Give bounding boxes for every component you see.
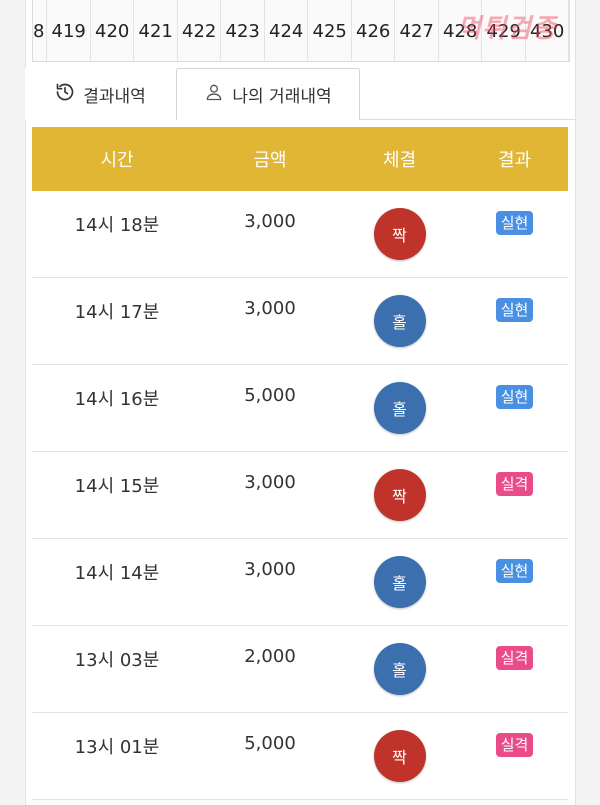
table-row: 14시 17분 3,000 홀 실현 — [32, 278, 568, 365]
round-number[interactable]: 424 — [264, 0, 309, 61]
cell-time: 14시 18분 — [74, 215, 160, 236]
cell-time: 13시 01분 — [74, 737, 160, 758]
round-number[interactable]: 426 — [351, 0, 396, 61]
cell-time: 14시 14분 — [74, 563, 160, 584]
cell-result: 실현 — [461, 278, 568, 322]
round-number[interactable]: 425 — [308, 0, 352, 61]
table-row: 14시 15분 3,000 짝 실격 — [32, 452, 568, 539]
cell-time: 14시 17분 — [74, 302, 160, 323]
round-number[interactable]: 422 — [177, 0, 222, 61]
result-badge: 실격 — [495, 646, 534, 670]
round-number[interactable]: 423 — [221, 0, 265, 61]
cell-pick: 홀 — [338, 626, 461, 695]
result-badge: 실현 — [495, 298, 534, 322]
cell-result: 실격 — [461, 626, 568, 670]
tab-label: 나의 거래내역 — [232, 86, 332, 107]
odd-ball: 홀 — [373, 643, 426, 695]
result-badge: 실격 — [495, 472, 534, 496]
header-time: 시간 — [100, 150, 134, 171]
cell-pick: 홀 — [338, 539, 461, 608]
round-number[interactable]: 419 — [47, 0, 91, 61]
user-icon — [204, 82, 224, 107]
round-number[interactable]: 429 — [482, 0, 526, 61]
header-pick: 체결 — [382, 150, 417, 171]
cell-time: 14시 15분 — [74, 476, 160, 497]
cell-result: 실격 — [461, 713, 568, 757]
transaction-table: 시간 금액 체결 결과 14시 18분 3,000 짝 실현 14시 17분 3… — [32, 127, 568, 800]
round-number[interactable]: 427 — [395, 0, 439, 61]
table-row: 13시 01분 5,000 짝 실격 — [32, 713, 568, 800]
cell-time: 13시 03분 — [74, 650, 160, 671]
odd-ball: 홀 — [373, 382, 426, 434]
header-amount: 금액 — [253, 150, 287, 171]
cell-result: 실격 — [461, 452, 568, 496]
cell-amount: 3,000 — [244, 298, 296, 319]
cell-amount: 3,000 — [244, 211, 296, 232]
cell-result: 실현 — [461, 191, 568, 235]
table-row: 13시 03분 2,000 홀 실격 — [32, 626, 568, 713]
cell-time: 14시 16분 — [74, 389, 160, 410]
result-badge: 실격 — [495, 733, 534, 757]
tab-results-history[interactable]: 결과내역 — [25, 68, 176, 120]
cell-amount: 5,000 — [244, 385, 296, 406]
table-row: 14시 16분 5,000 홀 실현 — [32, 365, 568, 452]
result-badge: 실현 — [495, 211, 534, 235]
cell-pick: 짝 — [338, 713, 461, 782]
result-badge: 실현 — [495, 559, 534, 583]
round-number[interactable]: 430 — [525, 0, 569, 61]
even-ball: 짝 — [373, 730, 426, 782]
round-number[interactable]: 8 — [33, 0, 48, 61]
table-row: 14시 14분 3,000 홀 실현 — [32, 539, 568, 626]
history-icon — [55, 82, 75, 107]
cell-amount: 3,000 — [244, 472, 296, 493]
tab-label: 결과내역 — [83, 86, 146, 107]
round-number-strip: 8 419 420 421 422 423 424 425 426 427 42… — [32, 0, 570, 62]
even-ball: 짝 — [373, 469, 426, 521]
odd-ball: 홀 — [373, 295, 426, 347]
table-row: 14시 18분 3,000 짝 실현 — [32, 191, 568, 278]
cell-result: 실현 — [461, 539, 568, 583]
round-number[interactable]: 421 — [134, 0, 178, 61]
even-ball: 짝 — [373, 208, 426, 260]
cell-pick: 홀 — [338, 365, 461, 434]
cell-amount: 5,000 — [244, 733, 296, 754]
cell-pick: 짝 — [338, 452, 461, 521]
header-result: 결과 — [497, 150, 532, 171]
tab-my-transactions[interactable]: 나의 거래내역 — [176, 68, 360, 120]
cell-amount: 3,000 — [244, 559, 296, 580]
cell-pick: 짝 — [338, 191, 461, 260]
tab-bar: 결과내역 나의 거래내역 — [25, 68, 576, 120]
odd-ball: 홀 — [373, 556, 426, 608]
cell-result: 실현 — [461, 365, 568, 409]
result-badge: 실현 — [495, 385, 534, 409]
round-number[interactable]: 428 — [438, 0, 483, 61]
cell-amount: 2,000 — [244, 646, 296, 667]
round-number[interactable]: 420 — [90, 0, 135, 61]
table-header: 시간 금액 체결 결과 — [32, 127, 568, 191]
cell-pick: 홀 — [338, 278, 461, 347]
